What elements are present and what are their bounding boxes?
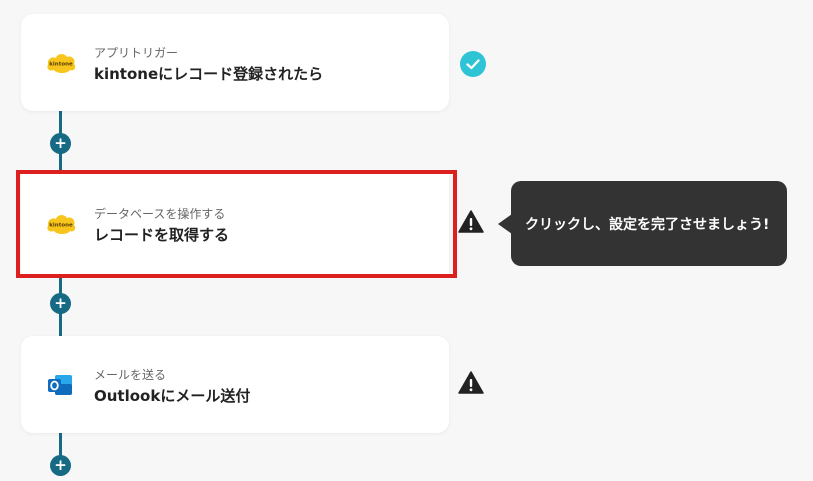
flow-step-card-get-record[interactable]: kintone データベースを操作する レコードを取得する bbox=[21, 174, 449, 274]
step-title: kintoneにレコード登録されたら bbox=[94, 65, 324, 83]
flow-step-card-trigger[interactable]: kintone アプリトリガー kintoneにレコード登録されたら bbox=[21, 14, 449, 111]
add-step-button[interactable]: + bbox=[50, 133, 71, 154]
step-category-label: アプリトリガー bbox=[94, 46, 179, 60]
step-category-label: メールを送る bbox=[94, 368, 167, 382]
guidance-tooltip: クリックし、設定を完了させましょう! bbox=[511, 181, 787, 266]
complete-check-icon bbox=[460, 51, 486, 77]
add-step-button[interactable]: + bbox=[50, 455, 71, 476]
outlook-logo-icon bbox=[48, 374, 72, 395]
flow-step-card-send-mail[interactable]: メールを送る Outlookにメール送付 bbox=[21, 336, 449, 433]
tooltip-arrow bbox=[498, 214, 512, 234]
step-category-label: データベースを操作する bbox=[94, 207, 226, 221]
warning-icon bbox=[458, 210, 484, 233]
kintone-logo-icon: kintone bbox=[47, 215, 76, 234]
svg-text:kintone: kintone bbox=[49, 61, 73, 67]
warning-icon bbox=[458, 371, 484, 394]
svg-text:kintone: kintone bbox=[49, 223, 73, 229]
step-title: レコードを取得する bbox=[94, 226, 230, 244]
add-step-button[interactable]: + bbox=[50, 293, 71, 314]
kintone-logo-icon: kintone bbox=[47, 53, 76, 73]
step-title: Outlookにメール送付 bbox=[94, 387, 251, 405]
tooltip-text: クリックし、設定を完了させましょう! bbox=[525, 216, 770, 233]
